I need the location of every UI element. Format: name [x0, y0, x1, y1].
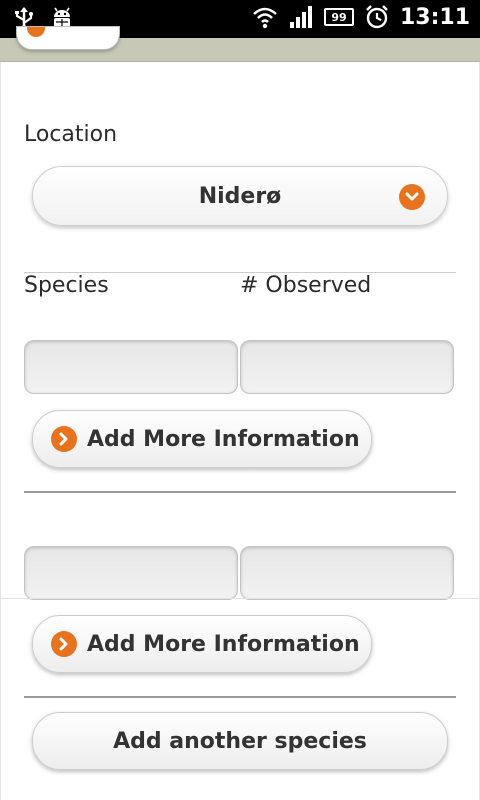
location-label: Location [24, 122, 118, 147]
status-clock: 13:11 [399, 4, 470, 30]
battery-icon: 99 [323, 8, 354, 26]
location-value: Niderø [198, 183, 282, 209]
header-strip [0, 26, 480, 62]
species-input[interactable] [24, 546, 238, 600]
alarm-icon [366, 5, 388, 29]
entry-divider [24, 696, 456, 698]
add-more-information-label: Add More Information [87, 631, 360, 657]
chevron-right-icon [51, 631, 77, 657]
add-more-information-button[interactable]: Add More Information [32, 615, 372, 673]
entry-divider [24, 491, 456, 493]
scroll-divider [0, 598, 480, 599]
signal-icon [289, 6, 312, 28]
add-more-information-label: Add More Information [87, 426, 360, 452]
status-right: 99 13:11 [252, 4, 470, 30]
back-button-partial[interactable] [16, 26, 120, 50]
chevron-down-icon [399, 184, 425, 210]
location-select[interactable]: Niderø [32, 166, 448, 226]
add-another-species-label: Add another species [113, 728, 367, 754]
observed-count-input[interactable] [240, 546, 454, 600]
species-input[interactable] [24, 340, 238, 394]
add-another-species-button[interactable]: Add another species [32, 712, 448, 770]
add-more-information-button[interactable]: Add More Information [32, 410, 372, 468]
chevron-right-icon [51, 426, 77, 452]
observed-count-input[interactable] [240, 340, 454, 394]
wifi-icon [253, 7, 277, 29]
species-column-label: Species [24, 273, 109, 298]
observed-column-label: # Observed [240, 273, 372, 298]
orange-icon-partial [27, 27, 45, 37]
